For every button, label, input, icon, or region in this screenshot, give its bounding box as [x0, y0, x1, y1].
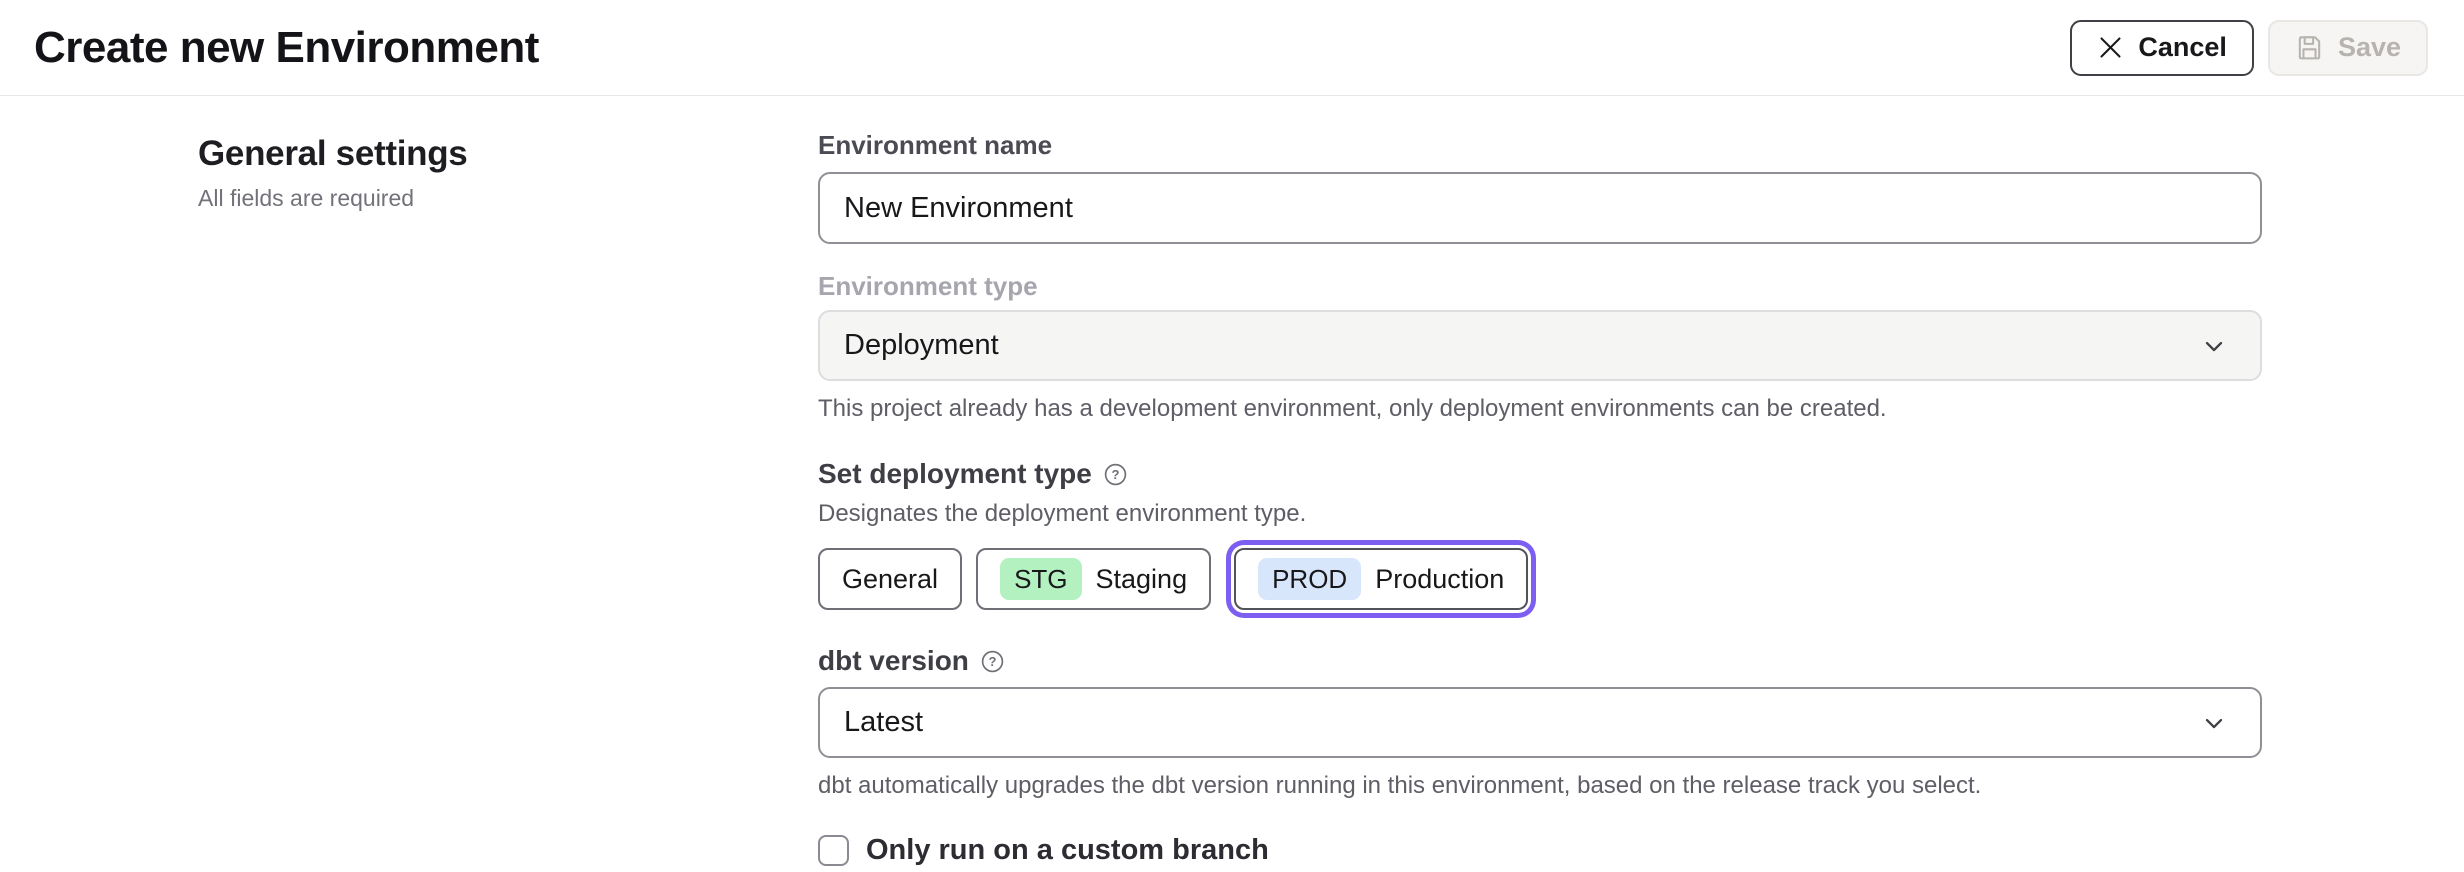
dbt-version-value: Latest — [844, 706, 923, 739]
section-subtitle: All fields are required — [198, 185, 758, 212]
dbt-version-label: dbt version — [818, 646, 969, 676]
option-staging-label: Staging — [1096, 564, 1188, 595]
environment-type-label: Environment type — [818, 271, 2262, 301]
environment-name-label: Environment name — [818, 130, 2262, 160]
cancel-button-label: Cancel — [2138, 32, 2227, 63]
section-title: General settings — [198, 134, 758, 174]
environment-type-select[interactable]: Deployment — [818, 310, 2262, 381]
section-info: General settings All fields are required — [0, 96, 818, 867]
custom-branch-label: Only run on a custom branch — [866, 834, 1269, 867]
environment-type-helper: This project already has a development e… — [818, 395, 2262, 423]
deployment-type-option-staging[interactable]: STG Staging — [976, 548, 1211, 610]
help-icon[interactable]: ? — [1103, 462, 1128, 487]
cancel-button[interactable]: Cancel — [2070, 20, 2254, 76]
save-button-label: Save — [2338, 32, 2401, 63]
header-actions: Cancel Save — [2070, 20, 2428, 76]
environment-form: Environment name Environment type Deploy… — [818, 96, 2262, 867]
dbt-version-select[interactable]: Latest — [818, 687, 2262, 758]
help-icon[interactable]: ? — [980, 649, 1005, 674]
deployment-type-label: Set deployment type — [818, 459, 1092, 489]
deployment-type-label-row: Set deployment type ? — [818, 459, 2262, 489]
stg-badge: STG — [1000, 558, 1081, 600]
environment-type-value: Deployment — [844, 329, 999, 362]
chevron-down-icon — [2200, 709, 2228, 737]
save-button[interactable]: Save — [2268, 20, 2428, 76]
chevron-down-icon — [2200, 332, 2228, 360]
svg-text:?: ? — [988, 653, 996, 668]
main-content: General settings All fields are required… — [0, 96, 2464, 867]
prod-badge: PROD — [1258, 558, 1361, 600]
floppy-disk-icon — [2295, 33, 2324, 62]
create-environment-page: Create new Environment Cancel — [0, 0, 2464, 867]
deployment-type-option-production[interactable]: PROD Production — [1234, 548, 1528, 610]
dbt-version-helper: dbt automatically upgrades the dbt versi… — [818, 772, 2262, 800]
custom-branch-row: Only run on a custom branch — [818, 834, 2262, 867]
dbt-version-label-row: dbt version ? — [818, 646, 2262, 676]
custom-branch-checkbox[interactable] — [818, 835, 849, 866]
page-title: Create new Environment — [34, 23, 539, 73]
option-general-label: General — [842, 564, 938, 595]
option-production-label: Production — [1375, 564, 1504, 595]
x-icon — [2097, 34, 2124, 61]
deployment-type-options: General STG Staging PROD Production — [818, 548, 2262, 610]
deployment-type-description: Designates the deployment environment ty… — [818, 500, 2262, 528]
svg-text:?: ? — [1111, 466, 1119, 481]
page-header: Create new Environment Cancel — [0, 0, 2464, 96]
deployment-type-option-general[interactable]: General — [818, 548, 962, 610]
environment-name-input[interactable] — [818, 172, 2262, 244]
